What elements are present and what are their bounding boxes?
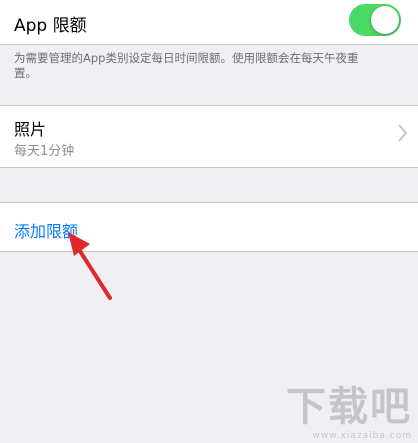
limit-duration: 每天1分钟 — [14, 144, 75, 159]
limit-row-photos[interactable]: 照片 每天1分钟 — [0, 105, 418, 168]
app-limits-title: App 限额 — [14, 16, 87, 36]
red-pointer-arrow — [68, 232, 112, 300]
limit-app-name: 照片 — [14, 120, 47, 139]
app-limits-footnote: 为需要管理的App类别设定每日时间限额。使用限额会在每天午夜重置。 — [14, 51, 359, 80]
watermark-url: www.xiazaiba.com — [312, 431, 412, 441]
toggle-knob — [371, 6, 399, 34]
watermark-logo: 下载吧 www.xiazaiba.com — [286, 385, 414, 441]
app-limits-toggle[interactable] — [349, 4, 401, 36]
chevron-right-icon — [398, 124, 408, 146]
watermark-text: 下载吧 — [286, 384, 412, 430]
app-limits-row: App 限额 — [0, 0, 418, 45]
